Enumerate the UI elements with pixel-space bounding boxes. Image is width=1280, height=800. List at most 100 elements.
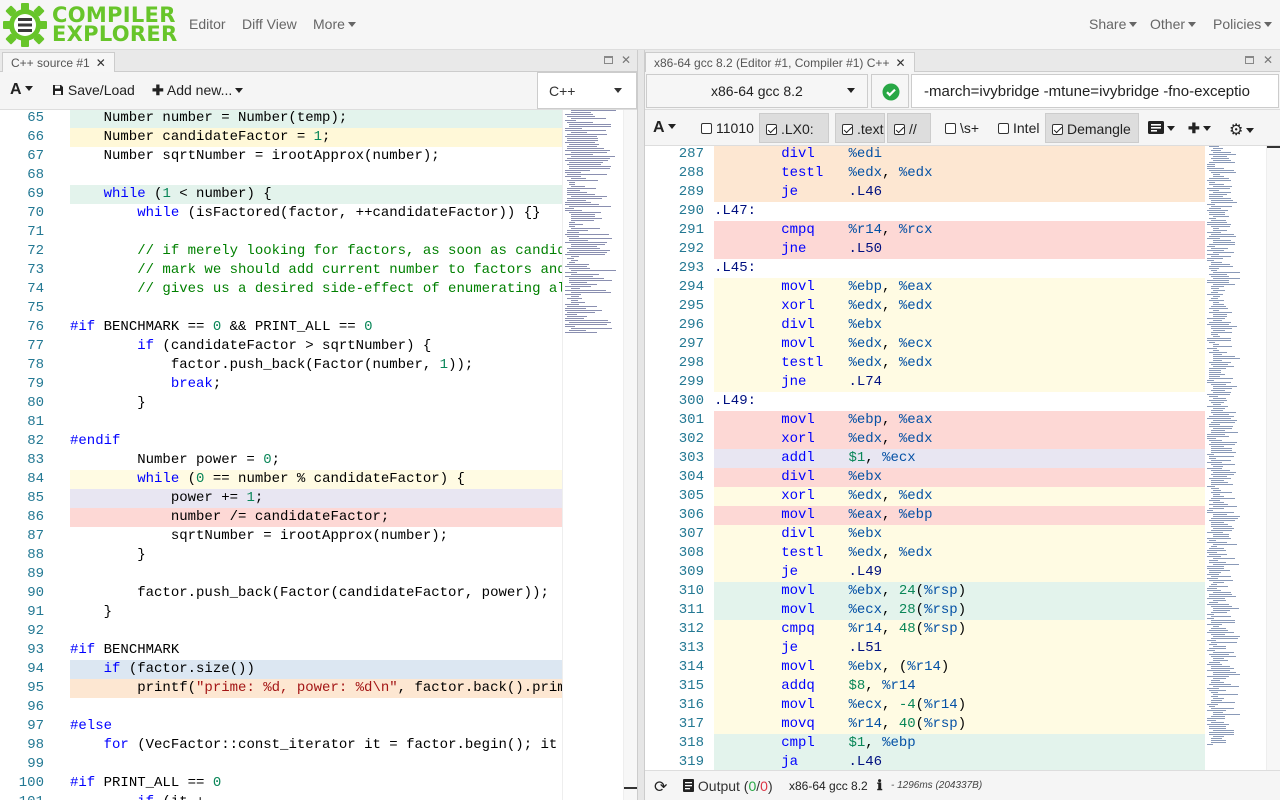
filter-toggle[interactable]: 11010 bbox=[695, 113, 755, 143]
source-line[interactable]: 83 Number power = 0; bbox=[0, 451, 562, 470]
source-line[interactable]: 69 while (1 < number) { bbox=[0, 185, 562, 204]
asm-line[interactable]: 301 movl %ebp, %eax bbox=[645, 411, 1205, 430]
asm-line[interactable]: 297 movl %edx, %ecx bbox=[645, 335, 1205, 354]
asm-line[interactable]: 307 divl %ebx bbox=[645, 525, 1205, 544]
source-line[interactable]: 71 bbox=[0, 223, 562, 242]
libraries-dropdown[interactable] bbox=[1142, 113, 1181, 143]
source-line[interactable]: 101 if (it + ... bbox=[0, 793, 562, 800]
source-line[interactable]: 77 if (candidateFactor > sqrtNumber) { bbox=[0, 337, 562, 356]
source-line[interactable]: 95 printf("prime: %d, power: %d\n", fact… bbox=[0, 679, 583, 698]
asm-line[interactable]: 300 .L49: bbox=[645, 392, 1205, 411]
source-line[interactable]: 72 // if merely looking for factors, as … bbox=[0, 242, 591, 261]
asm-line[interactable]: 312 cmpq %r14, 48(%rsp) bbox=[645, 620, 1205, 639]
asm-line[interactable]: 289 je .L46 bbox=[645, 183, 1205, 202]
font-size-dropdown[interactable]: A bbox=[10, 81, 33, 99]
asm-line[interactable]: 315 addq $8, %r14 bbox=[645, 677, 1205, 696]
source-scrollbar[interactable] bbox=[623, 110, 637, 800]
filter-toggle[interactable]: Demangle bbox=[1045, 113, 1139, 143]
nav-other-dropdown[interactable]: Other bbox=[1150, 16, 1197, 32]
source-line[interactable]: 88 } bbox=[0, 546, 562, 565]
asm-line[interactable]: 303 addl $1, %ecx bbox=[645, 449, 1205, 468]
source-line[interactable]: 97 #else bbox=[0, 717, 562, 736]
add-tool-dropdown[interactable]: ✚ bbox=[1182, 113, 1217, 143]
asm-line[interactable]: 318 cmpl $1, %ebp bbox=[645, 734, 1205, 753]
source-line[interactable]: 86 number /= candidateFactor; bbox=[0, 508, 562, 527]
output-button[interactable]: Output (0/0) bbox=[683, 778, 773, 794]
source-line[interactable]: 78 factor.push_back(Factor(number, 1)); bbox=[0, 356, 562, 375]
source-line[interactable]: 89 bbox=[0, 565, 562, 584]
source-line[interactable]: 74 // gives us a desired side-effect of … bbox=[0, 280, 591, 299]
source-line[interactable]: 87 sqrtNumber = irootApprox(number); bbox=[0, 527, 562, 546]
asm-line[interactable]: 296 divl %ebx bbox=[645, 316, 1205, 335]
source-line[interactable]: 70 while (isFactored(factor, ++candidate… bbox=[0, 204, 562, 223]
refresh-icon[interactable]: ⟳ bbox=[654, 777, 667, 797]
source-tab[interactable]: C++ source #1 ✕ bbox=[2, 52, 115, 72]
source-line[interactable]: 96 bbox=[0, 698, 562, 717]
asm-minimap[interactable] bbox=[1205, 146, 1267, 770]
filter-toggle[interactable]: .LX0: bbox=[759, 113, 829, 143]
nav-share-dropdown[interactable]: Share bbox=[1089, 16, 1138, 32]
source-line[interactable]: 98 for (VecFactor::const_iterator it = f… bbox=[0, 736, 582, 755]
filter-toggle[interactable]: .text bbox=[835, 113, 885, 143]
nav-diff-view[interactable]: Diff View bbox=[242, 16, 297, 32]
asm-line[interactable]: 316 movl %ecx, -4(%r14) bbox=[645, 696, 1205, 715]
source-line[interactable]: 99 bbox=[0, 755, 562, 774]
save-load-button[interactable]: Save/Load bbox=[52, 82, 135, 98]
source-line[interactable]: 65 Number number = Number(temp); bbox=[0, 110, 562, 128]
asm-line[interactable]: 311 movl %ecx, 28(%rsp) bbox=[645, 601, 1205, 620]
maximize-icon[interactable] bbox=[604, 53, 613, 67]
asm-line[interactable]: 317 movq %r14, 40(%rsp) bbox=[645, 715, 1205, 734]
asm-font-dropdown[interactable]: A bbox=[647, 113, 682, 143]
nav-editor[interactable]: Editor bbox=[189, 16, 226, 32]
asm-line[interactable]: 308 testl %edx, %edx bbox=[645, 544, 1205, 563]
source-line[interactable]: 73 // mark we should add current number … bbox=[0, 261, 591, 280]
asm-line[interactable]: 287 divl %edi bbox=[645, 146, 1205, 164]
compiler-tab[interactable]: x86-64 gcc 8.2 (Editor #1, Compiler #1) … bbox=[645, 52, 915, 72]
source-line[interactable]: 68 bbox=[0, 166, 562, 185]
asm-scrollbar[interactable] bbox=[1266, 146, 1280, 770]
source-line[interactable]: 80 } bbox=[0, 394, 562, 413]
source-line[interactable]: 84 while (0 == number % candidateFactor)… bbox=[0, 470, 562, 489]
source-line[interactable]: 93 #if BENCHMARK bbox=[0, 641, 562, 660]
language-select[interactable]: C++ bbox=[537, 72, 637, 109]
compile-status[interactable] bbox=[871, 74, 909, 108]
info-icon[interactable]: ℹ bbox=[877, 777, 882, 794]
close-icon[interactable]: ✕ bbox=[895, 56, 905, 70]
maximize-icon[interactable] bbox=[1245, 53, 1254, 67]
asm-line[interactable]: 310 movl %ebx, 24(%rsp) bbox=[645, 582, 1205, 601]
source-line[interactable]: 91 } bbox=[0, 603, 562, 622]
filter-toggle[interactable]: // bbox=[887, 113, 931, 143]
source-line[interactable]: 67 Number sqrtNumber = irootApprox(numbe… bbox=[0, 147, 562, 166]
source-code-editor[interactable]: 65 Number number = Number(temp); 66 Numbe… bbox=[0, 110, 637, 800]
source-line[interactable]: 81 bbox=[0, 413, 562, 432]
close-pane-icon[interactable]: ✕ bbox=[621, 53, 631, 67]
source-line[interactable]: 100 #if PRINT_ALL == 0 bbox=[0, 774, 562, 793]
asm-output-editor[interactable]: 287 divl %edi 288 testl %edx, %edx 289 je … bbox=[645, 146, 1280, 770]
close-icon[interactable]: ✕ bbox=[96, 56, 106, 70]
asm-line[interactable]: 305 xorl %edx, %edx bbox=[645, 487, 1205, 506]
asm-line[interactable]: 291 cmpq %r14, %rcx bbox=[645, 221, 1205, 240]
source-line[interactable]: 76 #if BENCHMARK == 0 && PRINT_ALL == 0 bbox=[0, 318, 562, 337]
asm-line[interactable]: 319 ja .L46 bbox=[645, 753, 1205, 770]
source-line[interactable]: 75 bbox=[0, 299, 562, 318]
source-minimap[interactable] bbox=[562, 110, 623, 800]
source-line[interactable]: 66 Number candidateFactor = 1; bbox=[0, 128, 562, 147]
asm-line[interactable]: 306 movl %eax, %ebp bbox=[645, 506, 1205, 525]
asm-line[interactable]: 304 divl %ebx bbox=[645, 468, 1205, 487]
asm-line[interactable]: 298 testl %edx, %edx bbox=[645, 354, 1205, 373]
add-new-dropdown[interactable]: ✚ Add new... bbox=[152, 82, 244, 99]
asm-line[interactable]: 295 xorl %edx, %edx bbox=[645, 297, 1205, 316]
asm-line[interactable]: 302 xorl %edx, %edx bbox=[645, 430, 1205, 449]
settings-dropdown[interactable]: ⚙ bbox=[1223, 113, 1260, 143]
filter-toggle[interactable]: Intel bbox=[992, 113, 1039, 143]
nav-more-dropdown[interactable]: More bbox=[313, 16, 356, 32]
asm-line[interactable]: 309 je .L49 bbox=[645, 563, 1205, 582]
source-line[interactable]: 79 break; bbox=[0, 375, 562, 394]
asm-line[interactable]: 294 movl %ebp, %eax bbox=[645, 278, 1205, 297]
asm-line[interactable]: 299 jne .L74 bbox=[645, 373, 1205, 392]
asm-line[interactable]: 314 movl %ebx, (%r14) bbox=[645, 658, 1205, 677]
source-line[interactable]: 85 power += 1; bbox=[0, 489, 562, 508]
compiler-select[interactable]: x86-64 gcc 8.2 bbox=[646, 74, 868, 108]
source-line[interactable]: 92 bbox=[0, 622, 562, 641]
asm-line[interactable]: 292 jne .L50 bbox=[645, 240, 1205, 259]
